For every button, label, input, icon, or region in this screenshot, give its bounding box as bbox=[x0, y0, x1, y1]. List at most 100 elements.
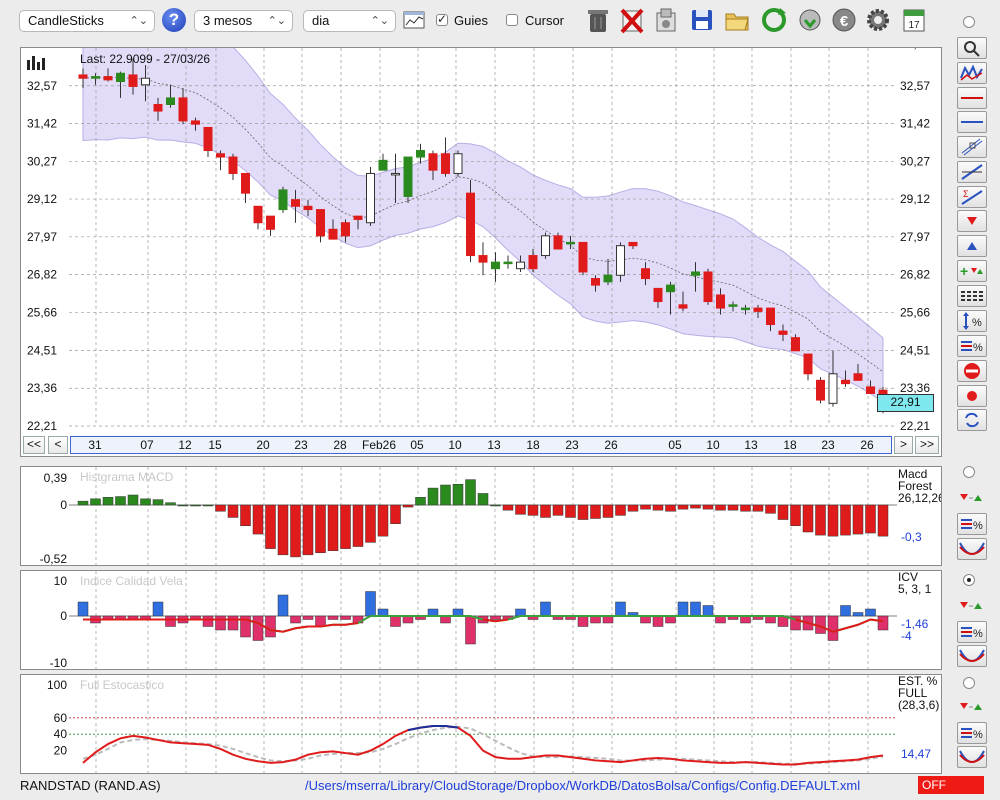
stochastic-signal-button[interactable] bbox=[957, 697, 987, 719]
candle-body bbox=[203, 126, 213, 151]
icv-bar bbox=[452, 608, 464, 617]
stochastic-legend: EST. % FULL (28,3,6) bbox=[898, 675, 939, 711]
trendline-tool-button[interactable] bbox=[957, 161, 987, 183]
icv-bar bbox=[227, 615, 239, 631]
y-tick-label-right: 30,27 bbox=[900, 154, 930, 168]
channel-icon bbox=[961, 138, 983, 156]
zoom-tool-button[interactable] bbox=[957, 37, 987, 59]
macd-bar bbox=[465, 479, 476, 506]
macd-bar bbox=[90, 498, 101, 506]
x-tick-label: 07 bbox=[140, 438, 154, 452]
macd-bar bbox=[865, 504, 876, 534]
stochastic-percent-button[interactable]: % bbox=[957, 722, 987, 744]
help-icon[interactable]: ? bbox=[162, 8, 186, 32]
currency-icon[interactable]: € bbox=[830, 5, 858, 35]
icv-bar bbox=[277, 594, 289, 617]
icv-bar bbox=[602, 615, 614, 624]
candle-body bbox=[366, 172, 375, 224]
refresh-icon[interactable] bbox=[760, 5, 788, 35]
down-arrow-marker-button[interactable] bbox=[957, 210, 987, 232]
stochastic-value: 14,47 bbox=[901, 747, 932, 761]
x-tick-label: 18 bbox=[783, 438, 797, 452]
record-button[interactable] bbox=[957, 385, 987, 407]
icv-bar bbox=[827, 615, 839, 641]
macd-signal-button[interactable] bbox=[957, 488, 987, 510]
x-tick-label: 13 bbox=[487, 438, 501, 452]
macd-bar bbox=[540, 504, 551, 518]
x-axis-labels: 31 07 12 15 20 23 28 Feb26 05 10 13 18 23 26 05 10 13 18 2… bbox=[88, 438, 874, 452]
macd-curve-button[interactable] bbox=[957, 538, 987, 560]
macd-bar bbox=[115, 496, 126, 506]
interval-select[interactable]: dia ⌃⌄ bbox=[303, 10, 396, 32]
stochastic-panel-radio[interactable] bbox=[963, 677, 975, 689]
swap-button[interactable] bbox=[957, 409, 987, 431]
cursor-checkbox[interactable] bbox=[506, 14, 518, 26]
macd-bar bbox=[727, 504, 739, 511]
x-tick-label: 15 bbox=[208, 438, 222, 452]
candle-body bbox=[403, 156, 413, 197]
icv-bar bbox=[390, 615, 401, 627]
scale-percent-button[interactable]: % bbox=[957, 310, 987, 332]
stochastic-panel: 100 60 40 20 Full Estocastico EST. % FULL (28… bbox=[20, 674, 942, 774]
macd-bar bbox=[190, 504, 201, 507]
guies-checkbox[interactable] bbox=[436, 12, 448, 26]
macd-bar bbox=[802, 504, 814, 533]
grid-lines-button[interactable] bbox=[957, 285, 987, 307]
macd-bar bbox=[215, 504, 226, 512]
macd-bar bbox=[815, 504, 826, 536]
icv-bar bbox=[152, 601, 164, 617]
icv-bar bbox=[640, 615, 651, 624]
stochastic-curve-button[interactable] bbox=[957, 746, 987, 768]
horizontal-red-line-button[interactable] bbox=[957, 87, 987, 109]
x-tick-label: 23 bbox=[294, 438, 308, 452]
trendline-icon bbox=[961, 164, 983, 180]
icv-bar bbox=[840, 605, 851, 617]
macd-bar bbox=[302, 504, 314, 556]
add-signal-button[interactable]: + bbox=[957, 260, 987, 282]
macd-bar bbox=[577, 504, 589, 520]
up-arrow-marker-button[interactable] bbox=[957, 235, 987, 257]
candle-body bbox=[828, 373, 838, 404]
save-icon[interactable] bbox=[688, 5, 716, 35]
icv-panel-radio[interactable] bbox=[963, 574, 975, 586]
period-select[interactable]: 3 mesos ⌃⌄ bbox=[194, 10, 293, 32]
config-path-link[interactable]: /Users/mserra/Library/CloudStorage/Dropb… bbox=[305, 778, 860, 793]
candlestick-chart[interactable]: 32,57 32,57 31,42 31,42 30,27 30,27 29,12 29,12… bbox=[21, 48, 941, 456]
y-tick-label-right: 25,66 bbox=[900, 306, 930, 320]
main-panel-radio[interactable] bbox=[963, 16, 975, 28]
trash-icon[interactable] bbox=[584, 5, 612, 35]
delete-chart-icon[interactable] bbox=[618, 5, 646, 35]
macd-percent-button[interactable]: % bbox=[957, 513, 987, 535]
calendar-icon[interactable]: 17 bbox=[900, 5, 928, 35]
clear-drawings-button[interactable] bbox=[957, 360, 987, 382]
select-chevron-icon: ⌃⌄ bbox=[267, 15, 286, 27]
download-icon[interactable] bbox=[796, 5, 824, 35]
macd-panel-radio[interactable] bbox=[963, 466, 975, 478]
icv-bar bbox=[327, 615, 339, 620]
candle-body bbox=[641, 268, 650, 280]
x-tick-label: 10 bbox=[448, 438, 462, 452]
horizontal-blue-line-button[interactable] bbox=[957, 111, 987, 133]
macd-bar bbox=[790, 504, 801, 527]
icv-curve-button[interactable] bbox=[957, 645, 987, 667]
percent-lines-button[interactable]: % bbox=[957, 335, 987, 357]
fibonacci-tool-button[interactable]: Σ bbox=[957, 186, 987, 208]
off-indicator[interactable]: OFF bbox=[918, 776, 984, 794]
gear-icon[interactable] bbox=[864, 5, 892, 35]
icv-percent-button[interactable]: % bbox=[957, 621, 987, 643]
candle-body bbox=[503, 261, 513, 265]
macd-bar bbox=[277, 504, 289, 556]
macd-bar bbox=[352, 504, 364, 547]
channel-tool-button[interactable] bbox=[957, 136, 987, 158]
candle-body bbox=[378, 159, 388, 171]
icv-legend: ICV 5, 3, 1 bbox=[898, 571, 931, 595]
import-icon[interactable] bbox=[652, 5, 680, 35]
open-folder-icon[interactable] bbox=[723, 5, 751, 35]
macd-bar bbox=[377, 504, 389, 537]
icv-signal-button[interactable] bbox=[957, 596, 987, 618]
price-chart-button[interactable] bbox=[957, 62, 987, 84]
chart-type-select[interactable]: CandleSticks ⌃⌄ bbox=[19, 10, 155, 32]
candle-body bbox=[391, 172, 400, 176]
chart-settings-icon[interactable] bbox=[403, 10, 425, 30]
x-tick-label: 10 bbox=[706, 438, 720, 452]
